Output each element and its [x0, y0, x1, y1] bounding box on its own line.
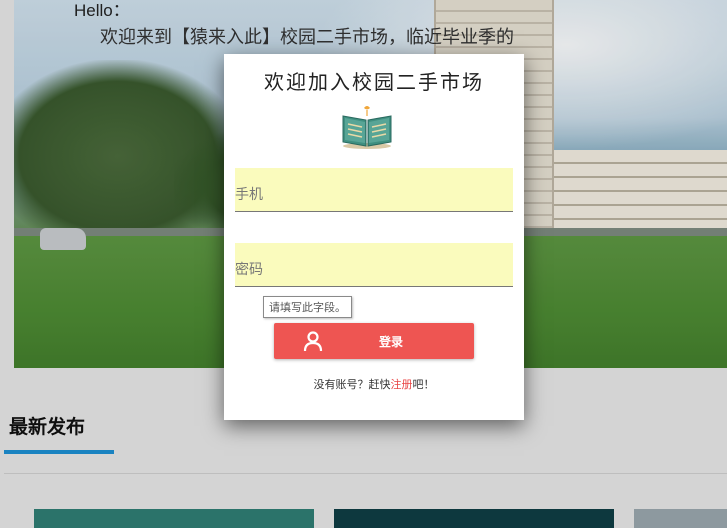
login-button[interactable]: 登录: [274, 323, 474, 359]
password-input[interactable]: [235, 243, 513, 287]
register-prefix-text: 没有账号？赶快: [313, 378, 391, 391]
register-prompt: 没有账号？赶快注册吧！: [224, 376, 524, 392]
login-button-label: 登录: [378, 335, 403, 349]
register-suffix-text: 吧！: [412, 378, 435, 391]
modal-title: 欢迎加入校园二手市场: [264, 70, 484, 94]
book-icon: [342, 106, 392, 149]
phone-input[interactable]: [235, 168, 513, 212]
register-link[interactable]: 注册: [391, 378, 413, 391]
login-modal: 欢迎加入校园二手市场 请填写此字段。 登录 没有账号？赶快注册吧！: [224, 54, 524, 420]
validation-tooltip: 请填写此字段。: [263, 296, 352, 318]
